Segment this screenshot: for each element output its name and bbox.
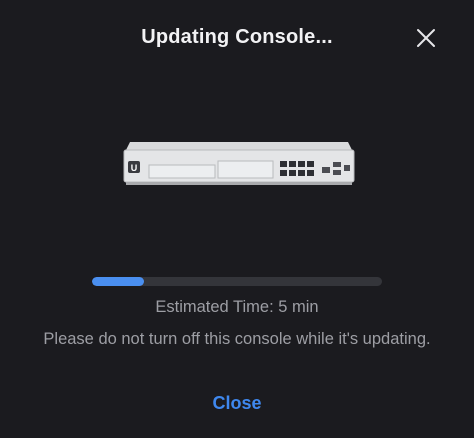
close-icon[interactable] [412,24,440,52]
progress-fill [92,277,145,286]
warning-text: Please do not turn off this console whil… [43,330,431,348]
device-logo: U [131,163,138,173]
dialog-title: Updating Console... [141,26,333,48]
update-progress-bar [92,277,382,286]
update-dialog: Updating Console... U Estimated Time: 5 … [0,0,474,438]
console-device-image: U [118,140,360,198]
estimated-time-text: Estimated Time: 5 min [155,298,319,316]
close-button[interactable]: Close [187,390,287,416]
